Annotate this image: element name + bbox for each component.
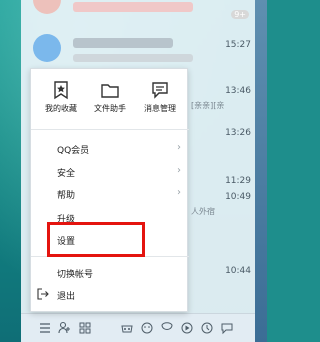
chevron-right-icon: ›	[177, 142, 181, 153]
add-contact-icon[interactable]	[57, 320, 73, 336]
unread-badge: 9+	[231, 10, 249, 19]
conversation-time: 11:29	[225, 176, 251, 186]
menu-icon[interactable]	[37, 320, 53, 336]
menu-item-label: 退出	[57, 292, 76, 302]
menu-item-switch-account[interactable]: 切换帐号	[31, 263, 189, 283]
menu-item-settings[interactable]: 设置	[31, 230, 189, 250]
exit-icon	[37, 288, 49, 300]
window-edge	[255, 0, 267, 342]
menu-item-qq-member[interactable]: QQ会员 ›	[31, 139, 189, 159]
message-manager-shortcut[interactable]: 消息管理	[134, 80, 186, 114]
menu-top-shortcuts: 我的收藏 文件助手 消息管理	[31, 69, 189, 121]
pet-icon[interactable]	[139, 320, 155, 336]
menu-item-upgrade[interactable]: 升级	[31, 208, 189, 228]
favorites-label: 我的收藏	[45, 104, 77, 113]
file-assistant-shortcut[interactable]: 文件助手	[84, 80, 136, 114]
conversation-snippet: 人外宿	[191, 207, 215, 216]
blurred-preview	[73, 54, 193, 62]
apps-icon[interactable]	[77, 320, 93, 336]
menu-divider	[31, 256, 189, 257]
menu-item-label: QQ会员	[57, 146, 90, 156]
conversation-item[interactable]: 15:27	[21, 26, 255, 70]
conversation-time: 10:49	[225, 192, 251, 202]
folder-icon	[101, 84, 119, 98]
menu-item-label: 设置	[57, 237, 76, 247]
chat-icon[interactable]	[219, 320, 235, 336]
avatar	[33, 34, 61, 62]
menu-item-security[interactable]: 安全 ›	[31, 162, 189, 182]
avatar	[33, 0, 61, 14]
conversation-time: 13:26	[225, 128, 251, 138]
favorites-star-icon	[54, 81, 68, 100]
conversation-snippet: [亲亲][亲	[191, 101, 225, 110]
message-bubble-icon	[152, 82, 168, 99]
menu-item-exit[interactable]: 退出	[31, 285, 189, 305]
mail-icon[interactable]	[199, 320, 215, 336]
blurred-name	[73, 38, 173, 48]
menu-item-label: 切换帐号	[57, 270, 94, 280]
conversation-time: 10:44	[225, 266, 251, 276]
game-icon[interactable]	[119, 320, 135, 336]
menu-item-help[interactable]: 帮助 ›	[31, 184, 189, 204]
bottom-toolbar	[21, 313, 255, 342]
favorites-shortcut[interactable]: 我的收藏	[35, 80, 87, 114]
menu-divider	[31, 129, 189, 130]
main-menu: 我的收藏 文件助手 消息管理 QQ会员 › 安全 › 帮助 › 升级 设置 切换…	[30, 68, 189, 312]
message-manager-label: 消息管理	[144, 104, 176, 113]
tv-icon[interactable]	[159, 320, 175, 336]
menu-item-label: 帮助	[57, 191, 76, 201]
blurred-name	[73, 2, 193, 12]
conversation-time: 15:27	[225, 40, 251, 50]
file-assistant-label: 文件助手	[94, 104, 126, 113]
chevron-right-icon: ›	[177, 187, 181, 198]
menu-item-label: 安全	[57, 169, 76, 179]
conversation-time: 13:46	[225, 86, 251, 96]
video-icon[interactable]	[179, 320, 195, 336]
chevron-right-icon: ›	[177, 165, 181, 176]
menu-item-label: 升级	[57, 215, 76, 225]
